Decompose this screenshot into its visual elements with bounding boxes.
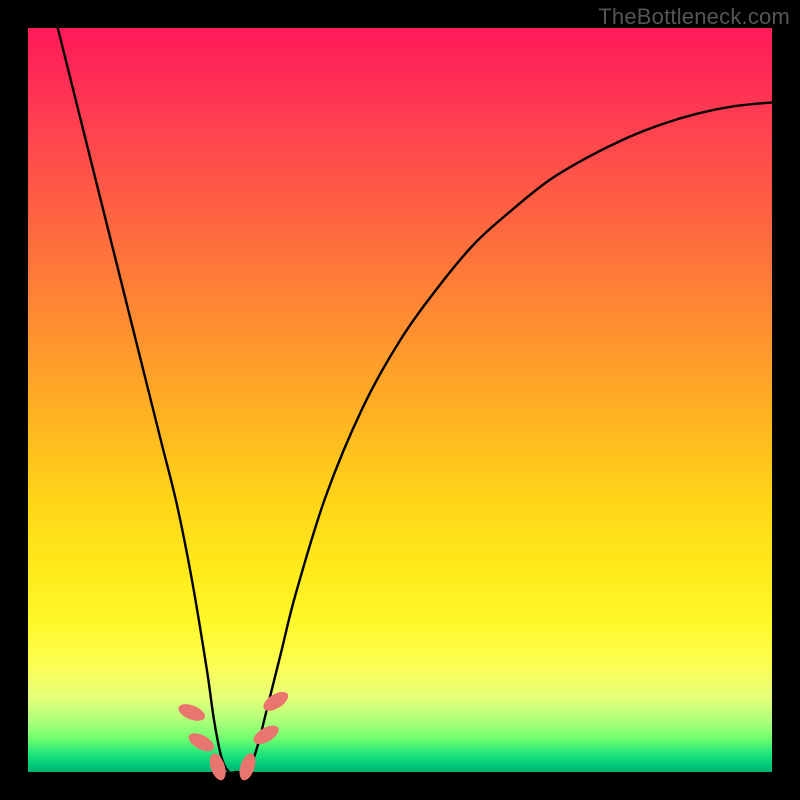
curve-marker: [176, 701, 207, 724]
markers-group: [176, 688, 291, 782]
bottleneck-curve: [58, 28, 772, 773]
curve-marker: [260, 688, 291, 715]
curve-marker: [186, 729, 217, 755]
plot-area: [28, 28, 772, 772]
curve-svg: [28, 28, 772, 772]
chart-stage: TheBottleneck.com: [0, 0, 800, 800]
watermark-text: TheBottleneck.com: [598, 4, 790, 30]
curve-marker: [250, 722, 281, 748]
